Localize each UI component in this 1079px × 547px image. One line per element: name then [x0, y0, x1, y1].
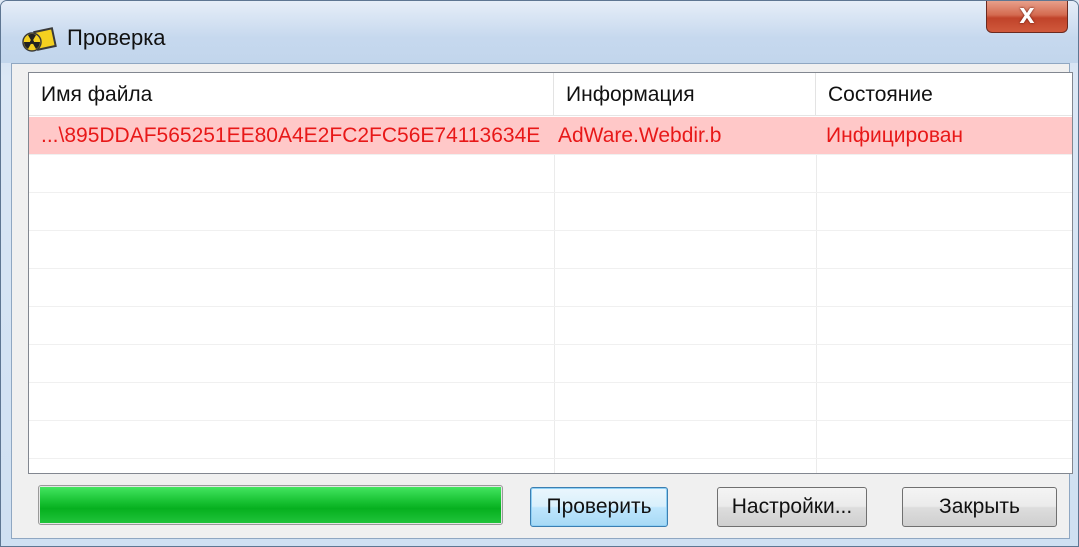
window-title: Проверка — [67, 25, 166, 50]
cell-info: AdWare.Webdir.b — [558, 124, 722, 147]
radiation-warning-icon — [22, 27, 57, 52]
empty-row — [29, 421, 1072, 459]
progress-fill — [40, 487, 501, 523]
scan-window: Проверка X Имя файла Информация Состояни… — [0, 0, 1079, 547]
empty-row — [29, 231, 1072, 269]
list-header: Имя файла Информация Состояние — [29, 73, 1072, 116]
dialog-client-area: Имя файла Информация Состояние ...\895DD… — [11, 63, 1073, 539]
column-header-state[interactable]: Состояние — [816, 73, 1072, 115]
title-bar[interactable]: Проверка X — [1, 1, 1078, 63]
cell-state: Инфицирован — [826, 124, 964, 147]
table-row[interactable]: ...\895DDAF565251EE80A4E2FC2FC56E7411363… — [29, 117, 1072, 155]
list-rows: ...\895DDAF565251EE80A4E2FC2FC56E7411363… — [29, 117, 1072, 459]
column-header-info[interactable]: Информация — [554, 73, 816, 115]
scan-progress-bar — [38, 485, 503, 525]
empty-row — [29, 307, 1072, 345]
close-window-button[interactable]: X — [986, 1, 1068, 33]
empty-row — [29, 193, 1072, 231]
scan-results-list[interactable]: Имя файла Информация Состояние ...\895DD… — [28, 72, 1073, 474]
empty-row — [29, 345, 1072, 383]
close-button[interactable]: Закрыть — [902, 487, 1057, 527]
cell-file-name: ...\895DDAF565251EE80A4E2FC2FC56E7411363… — [41, 124, 541, 147]
settings-button[interactable]: Настройки... — [717, 487, 867, 527]
column-header-file-name[interactable]: Имя файла — [29, 73, 554, 115]
empty-row — [29, 269, 1072, 307]
empty-row — [29, 155, 1072, 193]
check-button[interactable]: Проверить — [530, 487, 668, 527]
empty-row — [29, 383, 1072, 421]
